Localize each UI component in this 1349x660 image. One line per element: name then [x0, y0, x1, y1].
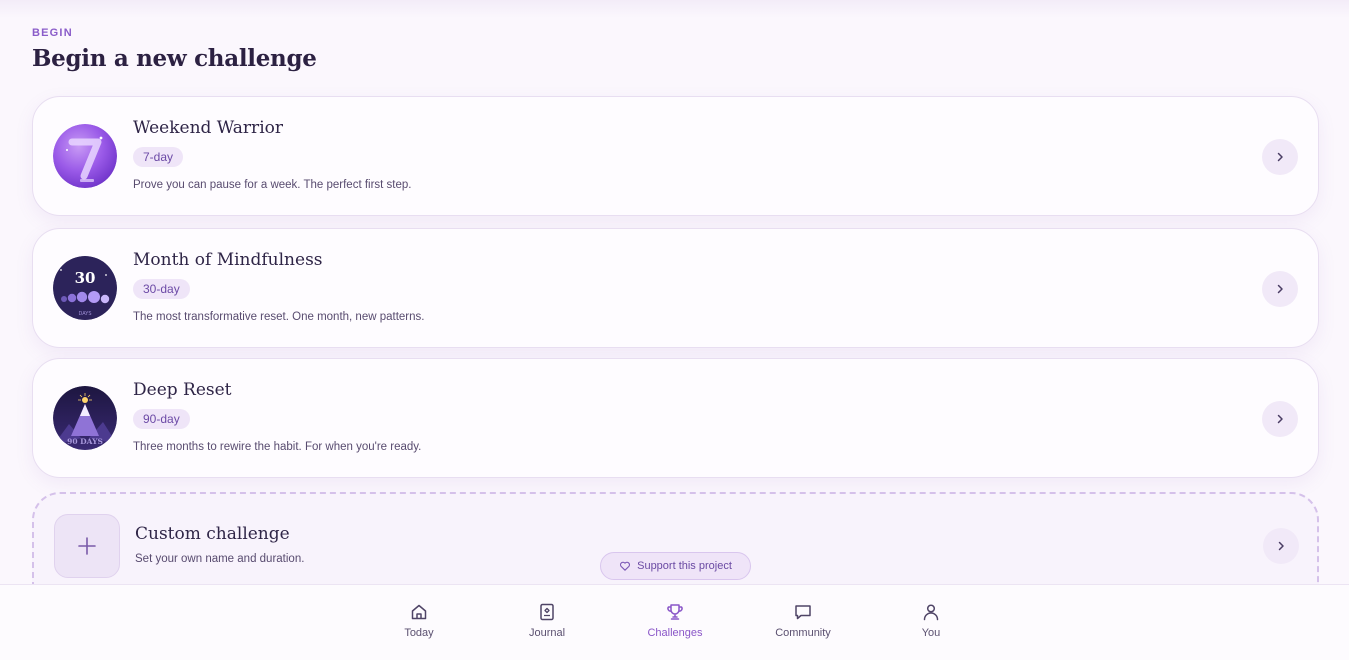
challenge-description: Prove you can pause for a week. The perf…: [133, 179, 412, 191]
custom-challenge-title: Custom challenge: [135, 524, 290, 544]
open-custom-challenge-button[interactable]: [1263, 528, 1299, 564]
nav-item-challenges[interactable]: Challenges: [630, 602, 720, 639]
support-project-button[interactable]: Support this project: [600, 552, 751, 580]
challenge-title: Weekend Warrior: [133, 118, 283, 138]
thirty-days-moon-phases-icon: 30 DAYS: [53, 256, 117, 320]
plus-icon: [78, 537, 96, 555]
badge-caption: DAYS: [78, 311, 91, 317]
badge-caption: 90 DAYS: [67, 437, 103, 446]
chevron-right-icon: [1277, 152, 1283, 162]
nav-label: Journal: [528, 627, 566, 639]
top-shade: [0, 0, 1349, 18]
challenge-card-deep-reset[interactable]: 90 DAYS Deep Reset 90-day Three months t…: [32, 358, 1319, 478]
open-challenge-button[interactable]: [1262, 139, 1298, 175]
section-title: Begin a new challenge: [32, 45, 317, 72]
user-icon: [923, 604, 939, 621]
chevron-right-icon: [1277, 284, 1283, 294]
challenge-description: Three months to rewire the habit. For wh…: [133, 441, 422, 453]
challenge-card-weekend-warrior[interactable]: Weekend Warrior 7-day Prove you can paus…: [32, 96, 1319, 216]
nav-item-you[interactable]: You: [886, 602, 976, 639]
bottom-navigation: Today Journal Challenges Community You: [0, 584, 1349, 660]
challenge-title: Deep Reset: [133, 380, 232, 400]
nav-label: You: [921, 627, 941, 639]
chevron-right-icon: [1277, 414, 1283, 424]
nav-label: Challenges: [647, 627, 703, 639]
badge-number: 30: [75, 269, 96, 287]
open-challenge-button[interactable]: [1262, 401, 1298, 437]
nav-label: Community: [775, 627, 831, 639]
nav-item-community[interactable]: Community: [758, 602, 848, 639]
challenge-card-month-of-mindfulness[interactable]: 30 DAYS Month of Mindfulness 30-day The …: [32, 228, 1319, 348]
duration-badge: 7-day: [133, 147, 184, 167]
challenge-description: The most transformative reset. One month…: [133, 311, 425, 323]
add-custom-challenge[interactable]: [54, 514, 120, 578]
nav-item-today[interactable]: Today: [374, 602, 464, 639]
chevron-right-icon: [1278, 541, 1284, 551]
chat-bubble-icon: [795, 605, 811, 620]
nav-label: Today: [404, 627, 434, 639]
ninety-days-mountain-icon: 90 DAYS: [53, 386, 117, 450]
trophy-icon: [667, 604, 683, 620]
nav-item-journal[interactable]: Journal: [502, 602, 592, 639]
duration-badge: 90-day: [133, 409, 190, 429]
custom-challenge-description: Set your own name and duration.: [135, 553, 305, 565]
heart-icon: [620, 561, 631, 571]
open-challenge-button[interactable]: [1262, 271, 1298, 307]
section-eyebrow: BEGIN: [32, 27, 73, 39]
journal-icon: [540, 603, 554, 621]
home-icon: [411, 604, 427, 620]
challenge-title: Month of Mindfulness: [133, 250, 323, 270]
duration-badge: 30-day: [133, 279, 190, 299]
support-project-label: Support this project: [637, 560, 732, 572]
seven-days-badge-icon: [53, 124, 117, 188]
